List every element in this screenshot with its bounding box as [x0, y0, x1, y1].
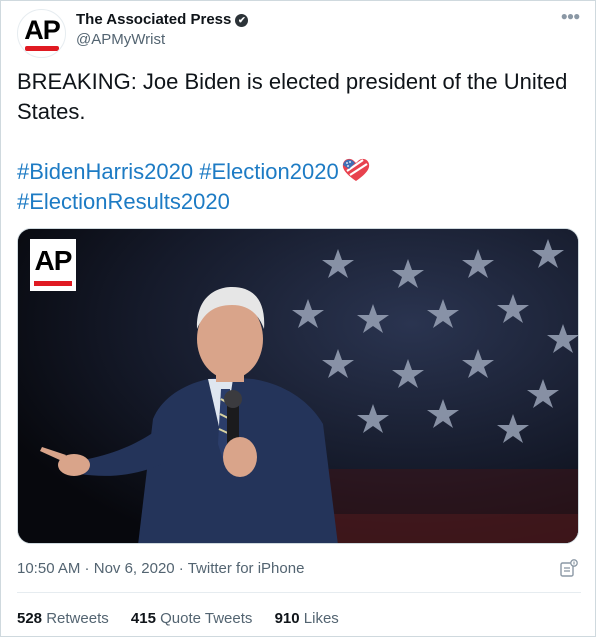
- hashtag-link[interactable]: #Election2020: [199, 159, 338, 184]
- tweet-analytics-icon[interactable]: [559, 558, 579, 578]
- tweet-stats: 528 Retweets 415 Quote Tweets 910 Likes: [17, 609, 357, 629]
- photo-illustration: [18, 229, 578, 543]
- tweet-meta: 10:50 AM · Nov 6, 2020 · Twitter for iPh…: [17, 559, 304, 579]
- ap-watermark-bar: [34, 281, 72, 286]
- quote-tweets-stat[interactable]: 415 Quote Tweets: [131, 610, 252, 627]
- avatar-logo-text: AP: [24, 15, 61, 45]
- tweet-header: AP The Associated Press ✔ @APMyWrist ●●●: [17, 9, 581, 59]
- retweets-count: 528: [17, 610, 43, 627]
- author-handle[interactable]: @APMyWrist: [76, 30, 248, 50]
- tweet-hashtags: #BidenHarris2020 #Election2020 #Election…: [17, 157, 579, 217]
- ap-watermark-logo: AP: [30, 239, 76, 291]
- tweet-card: AP The Associated Press ✔ @APMyWrist ●●● …: [0, 0, 596, 637]
- avatar[interactable]: AP: [17, 9, 66, 58]
- verified-badge-icon: ✔: [235, 13, 249, 27]
- likes-stat[interactable]: 910 Likes: [275, 610, 339, 627]
- tweet-text: BREAKING: Joe Biden is elected president…: [17, 69, 568, 124]
- author-names: The Associated Press ✔ @APMyWrist: [76, 11, 249, 50]
- tweet-client[interactable]: Twitter for iPhone: [188, 560, 305, 577]
- tweet-time[interactable]: 10:50 AM: [17, 560, 80, 577]
- hashtag-link[interactable]: #ElectionResults2020: [17, 189, 230, 214]
- author-display-name[interactable]: The Associated Press: [76, 11, 231, 29]
- quote-tweets-label: Quote Tweets: [160, 610, 253, 627]
- ap-watermark-text: AP: [34, 245, 73, 276]
- flag-heart-icon: [342, 158, 369, 181]
- quote-tweets-count: 415: [130, 610, 156, 627]
- hashtag-link[interactable]: #BidenHarris2020: [17, 159, 193, 184]
- retweets-label: Retweets: [46, 610, 109, 627]
- likes-count: 910: [274, 610, 300, 627]
- tweet-media-photo[interactable]: AP: [17, 228, 579, 544]
- more-options-icon[interactable]: ●●●: [559, 10, 581, 25]
- retweets-stat[interactable]: 528 Retweets: [17, 610, 109, 627]
- meta-separator: ·: [174, 560, 188, 577]
- stats-divider: [17, 592, 581, 593]
- likes-label: Likes: [303, 610, 339, 627]
- tweet-date[interactable]: Nov 6, 2020: [94, 560, 175, 577]
- avatar-logo-bar: [25, 46, 59, 51]
- meta-separator: ·: [80, 560, 94, 577]
